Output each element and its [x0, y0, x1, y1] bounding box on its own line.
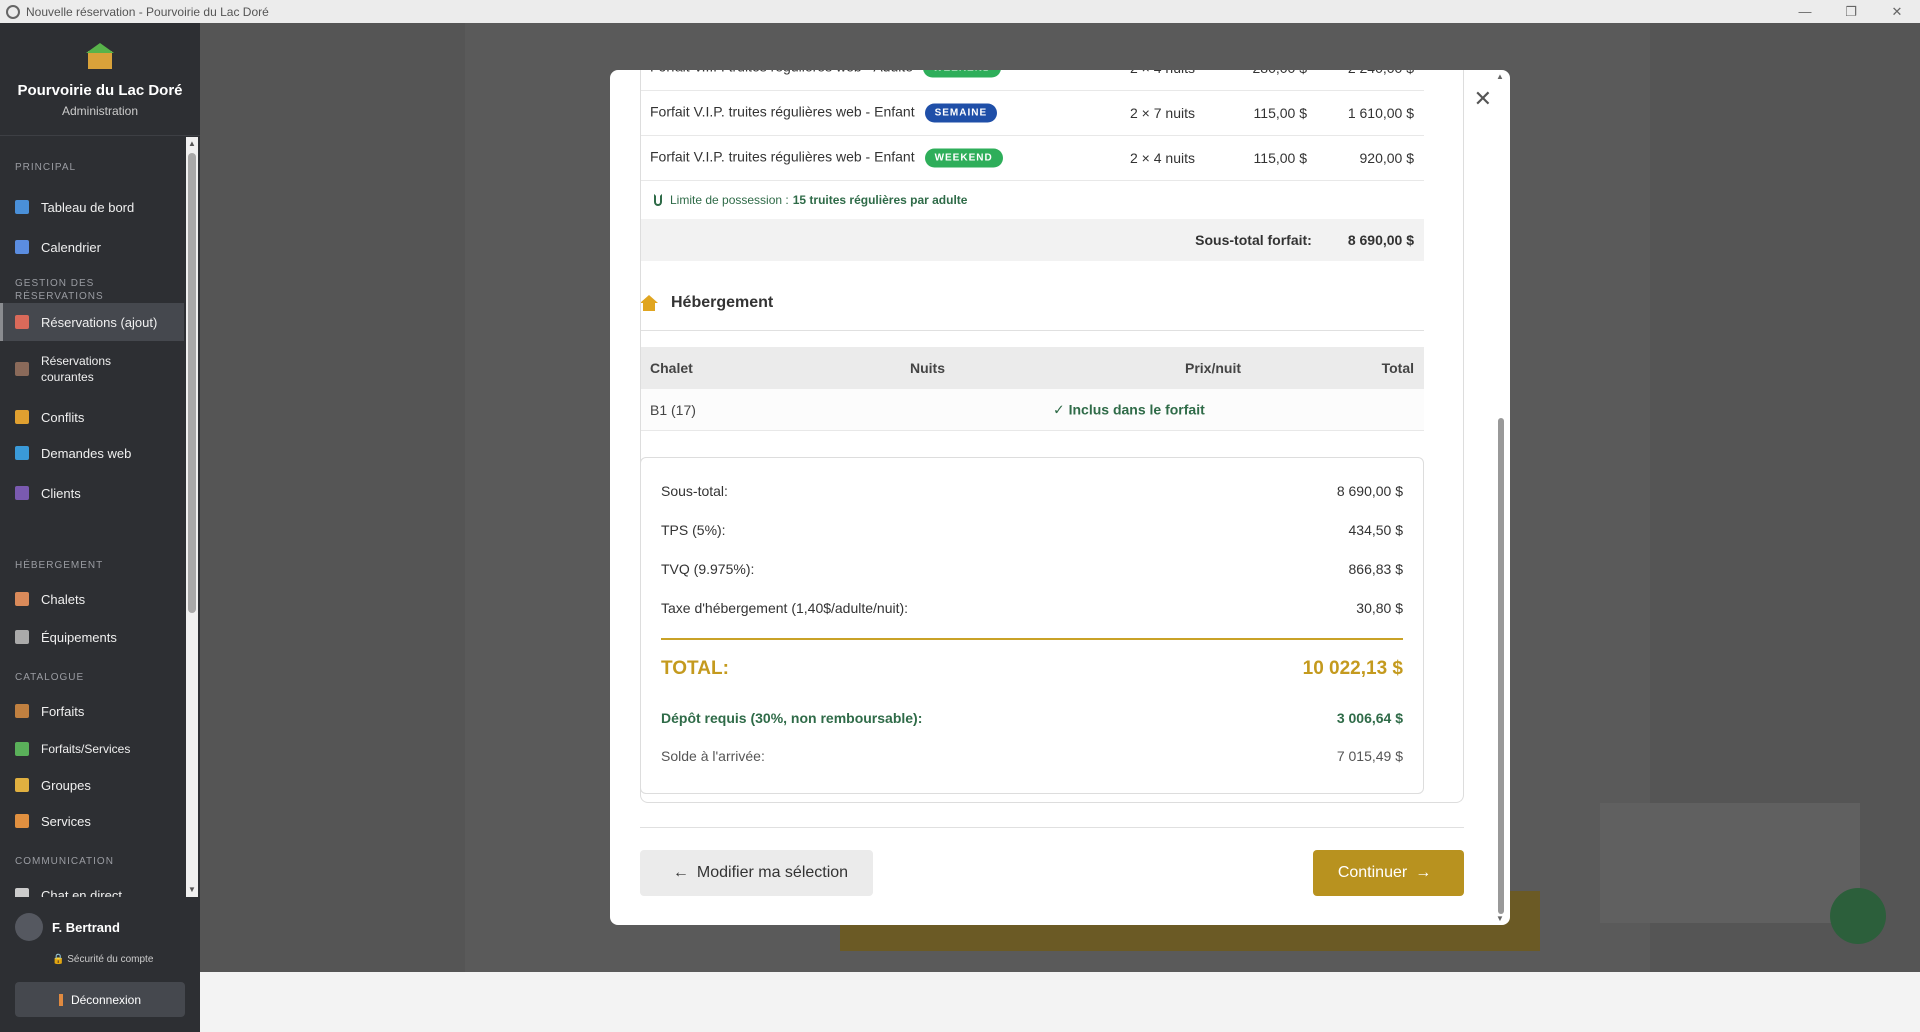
sidebar-item-label: Calendrier — [41, 239, 101, 255]
restore-icon[interactable]: ❐ — [1828, 0, 1874, 23]
user-box: F. Bertrand 🔒 Sécurité du compte Déconne… — [0, 903, 200, 1032]
sidebar-item-chalets[interactable]: Chalets — [0, 579, 184, 619]
wrench-icon — [15, 630, 29, 644]
sidebar-item-r-servations-courantes[interactable]: Réservations courantes — [0, 345, 184, 393]
logout-button[interactable]: Déconnexion — [15, 982, 185, 1017]
modify-selection-label: Modifier ma sélection — [696, 864, 849, 881]
folder-icon — [15, 778, 29, 792]
reservation-summary-modal: ✕ ▲ ▼ Forfait V.I.P. truites régulières … — [610, 70, 1510, 925]
sidebar-item-label: Clients — [41, 485, 81, 501]
document-icon — [15, 315, 29, 329]
sidebar-item-r-servations-ajout[interactable]: Réservations (ajout) — [0, 303, 184, 341]
modal-scrollbar[interactable]: ▲ ▼ — [1496, 70, 1506, 925]
brand-subtitle: Administration — [61, 104, 139, 118]
security-label: Sécurité du compte — [67, 954, 154, 965]
summary-card — [640, 70, 1464, 803]
nav-section-title: CATALOGUE — [15, 672, 85, 683]
app-icon — [6, 4, 20, 19]
modify-selection-button[interactable]: ← Modifier ma sélection — [640, 850, 873, 896]
scrollbar-thumb[interactable] — [188, 153, 196, 613]
window-controls: — ❐ ✕ — [1782, 0, 1920, 23]
sidebar-item-label: Services — [41, 813, 91, 829]
sidebar-item-label: Groupes — [41, 777, 91, 793]
sidebar-item-services[interactable]: Services — [0, 803, 184, 839]
sidebar-item-conflits[interactable]: Conflits — [0, 399, 184, 435]
nav-section-title: GESTION DES RÉSERVATIONS — [15, 278, 104, 302]
footer-divider — [640, 827, 1464, 828]
bell-icon — [15, 814, 29, 828]
book-icon — [15, 362, 29, 376]
logo-icon — [84, 43, 116, 71]
house-icon — [15, 592, 29, 606]
sidebar-item-label: Réservations (ajout) — [41, 314, 158, 330]
continue-label: Continuer — [1337, 864, 1408, 881]
brand-name: Pourvoirie du Lac Doré — [17, 82, 183, 99]
package-icon — [15, 704, 29, 718]
minimize-icon[interactable]: — — [1782, 0, 1828, 23]
continue-button[interactable]: Continuer → — [1313, 850, 1464, 896]
sidebar-item-calendrier[interactable]: Calendrier — [0, 227, 184, 267]
user-name: F. Bertrand — [52, 920, 120, 935]
nav-section-title: HÉBERGEMENT — [15, 560, 104, 571]
sidebar-item-label: Chat en direct — [41, 887, 122, 898]
sidebar-nav: PRINCIPAL Tableau de bord Calendrier GESTIO… — [0, 137, 184, 897]
brand: Pourvoirie du Lac Doré Administration — [0, 23, 200, 136]
scroll-down-icon[interactable]: ▼ — [1496, 914, 1504, 923]
nav-section-title: PRINCIPAL — [15, 162, 77, 173]
close-window-icon[interactable]: ✕ — [1874, 0, 1920, 23]
window-title-bar: Nouvelle réservation - Pourvoirie du Lac… — [0, 0, 1920, 23]
warning-icon — [15, 410, 29, 424]
close-icon[interactable]: ✕ — [1474, 88, 1492, 110]
sidebar: Pourvoirie du Lac Doré Administration PR… — [0, 23, 200, 1032]
nav-section-title: COMMUNICATION — [15, 856, 114, 867]
chart-icon — [15, 200, 29, 214]
door-icon — [58, 993, 63, 1006]
account-security-link[interactable]: 🔒 Sécurité du compte — [52, 954, 153, 965]
sidebar-item-label: Conflits — [41, 409, 85, 425]
chat-bubble-icon — [1830, 888, 1886, 944]
main-bottom — [200, 972, 1920, 1032]
sidebar-item-quipements[interactable]: Équipements — [0, 619, 184, 655]
calendar-icon — [15, 240, 29, 254]
sidebar-scrollbar[interactable]: ▲ ▼ — [186, 137, 198, 897]
scroll-up-icon[interactable]: ▲ — [187, 139, 197, 149]
sidebar-item-label: Demandes web — [41, 445, 132, 461]
users-icon — [15, 486, 29, 500]
background-toast — [1600, 803, 1860, 923]
arrow-left-icon: ← — [672, 864, 689, 881]
window-title: Nouvelle réservation - Pourvoirie du Lac… — [26, 4, 269, 19]
sidebar-item-label: Chalets — [41, 591, 86, 607]
globe-icon — [15, 446, 29, 460]
sidebar-item-tableau-de-bord[interactable]: Tableau de bord — [0, 187, 184, 227]
sidebar-item-label: Réservations courantes — [41, 354, 112, 384]
modal-scrollbar-thumb[interactable] — [1498, 418, 1504, 914]
sidebar-item-demandes-web[interactable]: Demandes web — [0, 435, 184, 471]
puzzle-icon — [15, 742, 29, 756]
avatar — [15, 913, 43, 941]
sidebar-item-label: Forfaits — [41, 703, 85, 719]
sidebar-item-clients[interactable]: Clients — [0, 473, 184, 513]
sidebar-item-label: Forfaits/Services — [41, 742, 131, 756]
logout-label: Déconnexion — [70, 992, 142, 1007]
arrow-right-icon: → — [1415, 864, 1432, 881]
sidebar-item-forfaits-services[interactable]: Forfaits/Services — [0, 731, 184, 767]
scroll-up-icon[interactable]: ▲ — [1496, 72, 1504, 81]
sidebar-item-forfaits[interactable]: Forfaits — [0, 691, 184, 731]
chat-icon — [15, 888, 29, 897]
sidebar-item-chat-en-direct[interactable]: Chat en direct — [0, 875, 184, 897]
sidebar-item-groupes[interactable]: Groupes — [0, 767, 184, 803]
scroll-down-icon[interactable]: ▼ — [187, 885, 197, 895]
sidebar-item-label: Équipements — [41, 629, 117, 645]
sidebar-item-label: Tableau de bord — [41, 199, 135, 215]
